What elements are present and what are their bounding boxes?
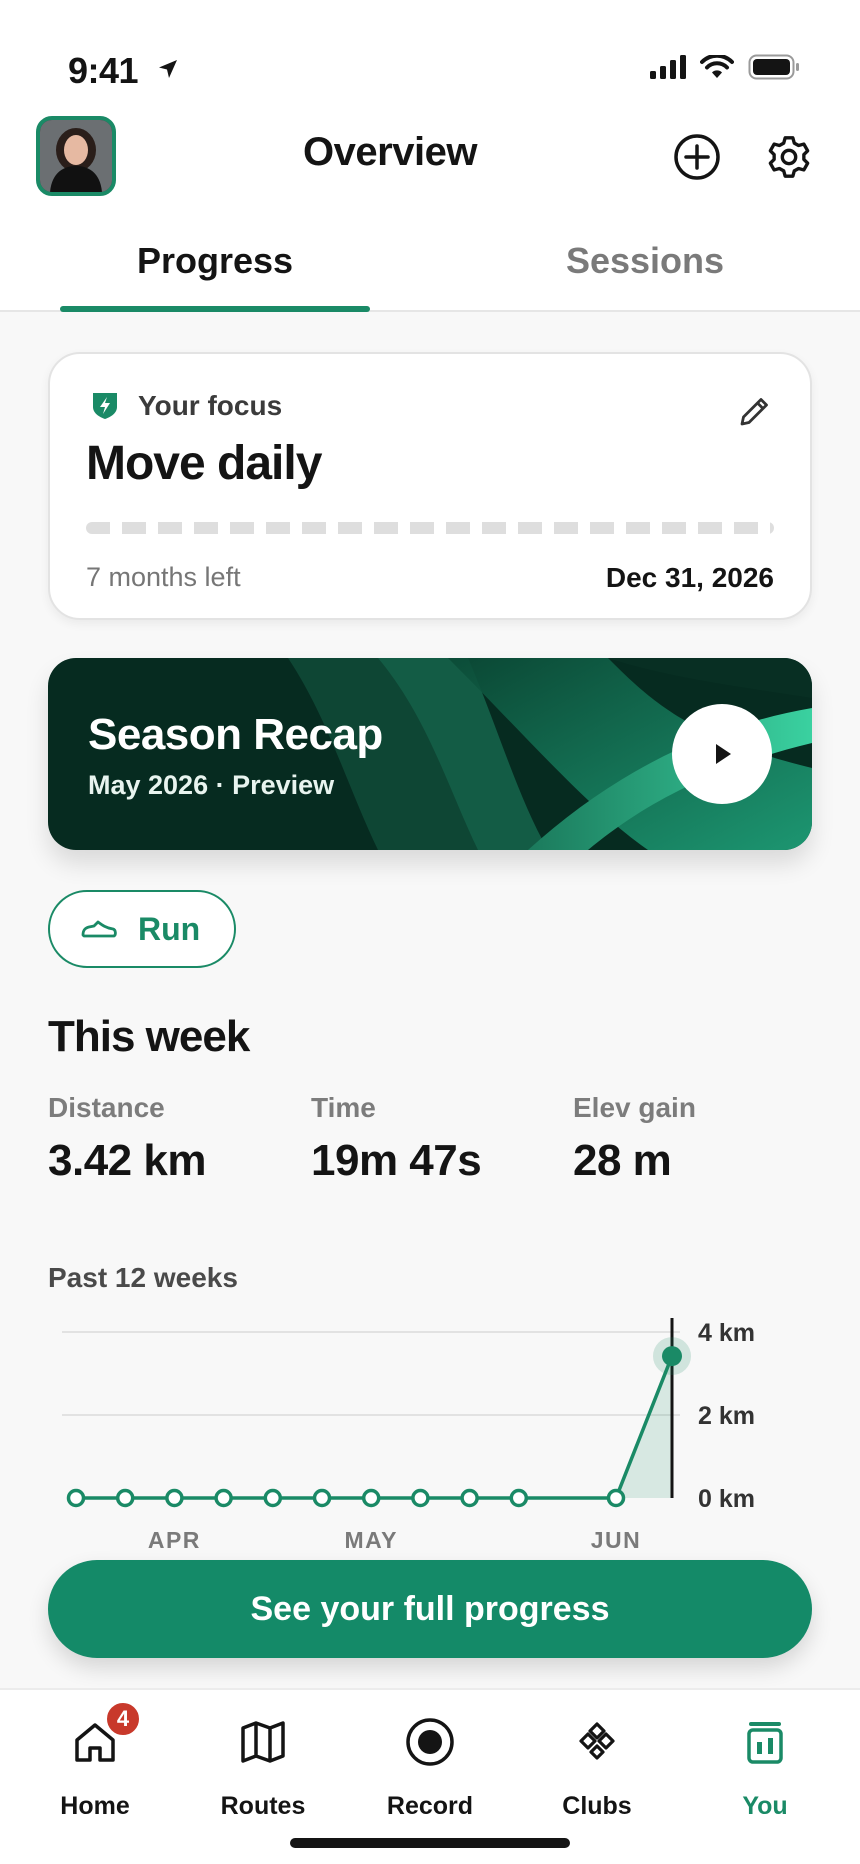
chart-series-line bbox=[76, 1355, 674, 1500]
chart-x-tick-label: APR bbox=[148, 1527, 201, 1550]
edit-focus-button[interactable] bbox=[736, 394, 776, 434]
chart-y-tick-label: 4 km bbox=[698, 1319, 755, 1347]
tabbar-label-routes: Routes bbox=[220, 1792, 306, 1820]
chart-point bbox=[214, 1488, 233, 1508]
tabbar-label-you: You bbox=[742, 1792, 788, 1820]
tabbar-item-clubs[interactable]: Clubs bbox=[522, 1712, 672, 1821]
chart-y-tick-label: 0 km bbox=[698, 1485, 755, 1513]
tabbar-item-home[interactable]: Home bbox=[20, 1712, 170, 1821]
status-icons bbox=[650, 54, 800, 80]
weekly-distance-chart[interactable]: 0 km 2 km 4 km APR MAY JUN bbox=[0, 1310, 860, 1550]
chart-x-tick-label: MAY bbox=[344, 1527, 398, 1550]
chart-point bbox=[115, 1488, 135, 1508]
focus-progress-track bbox=[86, 522, 774, 534]
chart-title: Past 12 weeks bbox=[48, 1262, 238, 1293]
chart-x-tick-label: JUN bbox=[591, 1527, 642, 1550]
tabbar-label-home: Home bbox=[60, 1792, 130, 1820]
chart-point bbox=[66, 1488, 86, 1508]
tab-progress[interactable]: Progress bbox=[60, 240, 370, 282]
stat-elevation-label: Elev gain bbox=[573, 1092, 696, 1123]
activity-filter-run[interactable]: Run bbox=[48, 890, 236, 968]
gear-icon bbox=[768, 136, 810, 178]
battery-icon bbox=[748, 54, 799, 80]
tab-active-indicator bbox=[60, 306, 370, 312]
pencil-icon bbox=[740, 398, 768, 426]
stat-time-value: 19m 47s bbox=[311, 1136, 482, 1185]
season-recap-banner[interactable]: Season Recap May 2026 · Preview bbox=[48, 658, 812, 850]
plus-circle-icon bbox=[674, 134, 720, 180]
chart-point bbox=[460, 1488, 479, 1508]
clubs-icon bbox=[579, 1722, 615, 1760]
chart-point bbox=[263, 1488, 283, 1508]
play-button[interactable] bbox=[672, 704, 772, 804]
chart-point bbox=[312, 1488, 332, 1508]
tabbar-label-record: Record bbox=[386, 1792, 474, 1820]
stat-distance-label: Distance bbox=[48, 1092, 165, 1123]
notification-badge: 4 bbox=[104, 1700, 142, 1738]
this-week-title: This week bbox=[48, 1012, 250, 1061]
focus-time-remaining: 7 months left bbox=[86, 562, 241, 592]
play-icon bbox=[716, 744, 731, 764]
tabbar-label-clubs: Clubs bbox=[562, 1792, 632, 1820]
activity-filter-label: Run bbox=[138, 910, 201, 947]
shield-bolt-icon bbox=[90, 390, 120, 425]
status-time: 9:41 bbox=[68, 48, 180, 92]
recap-subtitle: May 2026 · Preview bbox=[88, 770, 335, 800]
tab-sessions[interactable]: Sessions bbox=[490, 240, 800, 282]
recap-title: Season Recap bbox=[88, 710, 383, 759]
status-time-text: 9:41 bbox=[68, 50, 139, 91]
chart-point bbox=[662, 1346, 682, 1367]
focus-label: Your focus bbox=[138, 390, 283, 421]
chart-point bbox=[361, 1488, 381, 1508]
add-button[interactable] bbox=[670, 130, 724, 184]
chart-point bbox=[165, 1488, 184, 1508]
chart-point bbox=[411, 1488, 430, 1508]
signal-icon bbox=[650, 55, 686, 79]
chart-y-tick-label: 2 km bbox=[698, 1402, 755, 1430]
location-arrow-icon bbox=[156, 48, 180, 90]
stat-distance-value: 3.42 km bbox=[48, 1136, 206, 1185]
settings-button[interactable] bbox=[762, 130, 816, 184]
chart-point bbox=[509, 1488, 529, 1508]
record-icon bbox=[406, 1718, 454, 1766]
focus-title: Move daily bbox=[86, 437, 322, 490]
page-title: Overview bbox=[303, 130, 477, 174]
tabbar-item-you[interactable]: You bbox=[690, 1712, 840, 1821]
tabbar-item-routes[interactable]: Routes bbox=[188, 1712, 338, 1821]
wifi-icon bbox=[700, 55, 734, 78]
shoe-icon bbox=[81, 920, 117, 938]
home-indicator bbox=[290, 1838, 570, 1848]
stat-time-label: Time bbox=[311, 1092, 376, 1123]
stat-elevation-value: 28 m bbox=[573, 1136, 672, 1185]
focus-end-date: Dec 31, 2026 bbox=[605, 562, 774, 593]
you-icon bbox=[747, 1722, 783, 1764]
tabbar-item-record[interactable]: Record bbox=[355, 1712, 505, 1821]
chart-point bbox=[606, 1488, 626, 1508]
map-icon bbox=[241, 1721, 285, 1763]
see-full-progress-button[interactable]: See your full progress bbox=[48, 1560, 812, 1658]
